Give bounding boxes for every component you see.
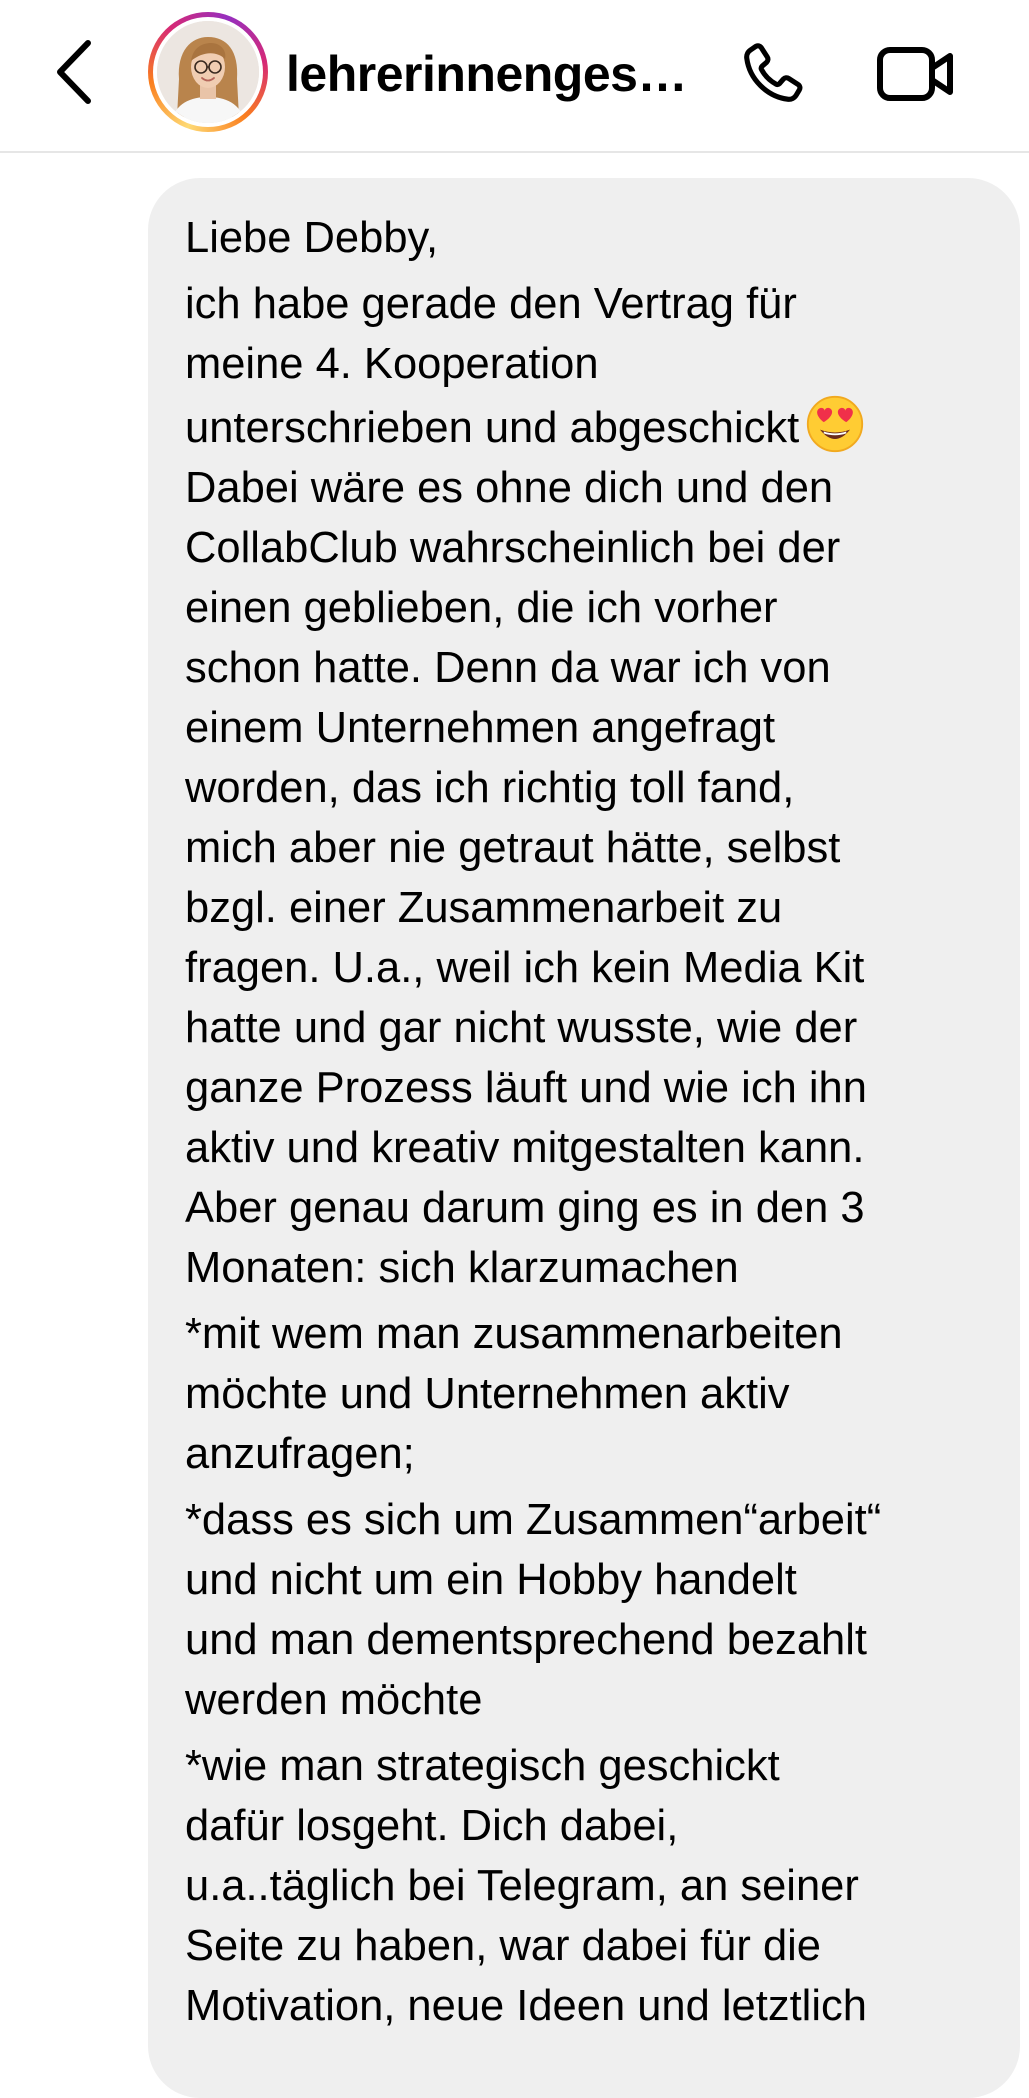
video-camera-icon [877,47,953,101]
message-line: bzgl. einer Zusammenarbeit zu [185,884,783,932]
message-bubble[interactable]: Liebe Debby, ich habe gerade den Vertrag… [148,178,1020,2098]
message-line-with-emoji: unterschrieben und abgeschickt [185,394,1000,458]
back-button[interactable] [44,34,104,110]
message-line: fragen. U.a., weil ich kein Media Kit [185,944,865,992]
message-line: ganze Prozess läuft und wie ich ihn [185,1064,867,1112]
call-button[interactable] [732,34,812,114]
phone-icon [744,43,803,102]
message-line: *mit wem man zusammenarbeiten [185,1310,843,1358]
message-line: ich habe gerade den Vertrag für [185,280,797,328]
chevron-left-icon [57,40,91,104]
message-line: anzufragen; [185,1430,415,1478]
chat-username[interactable]: lehrerinnenges… [286,44,696,104]
message-line: einen geblieben, die ich vorher [185,584,778,632]
message-line: meine 4. Kooperation [185,340,599,388]
message-line: und man dementsprechend bezahlt [185,1616,867,1664]
video-call-button[interactable] [876,34,956,114]
message-line: dafür losgeht. Dich dabei, [185,1802,679,1850]
message-line: Aber genau darum ging es in den 3 [185,1184,865,1232]
message-line: werden möchte [185,1676,483,1724]
message-line: mich aber nie getraut hätte, selbst [185,824,841,872]
message-line: worden, das ich richtig toll fand, [185,764,795,812]
message-line: Dabei wäre es ohne dich und den [185,464,834,512]
message-line-text: unterschrieben und abgeschickt [185,404,800,452]
message-line: Seite zu haben, war dabei für die [185,1922,821,1970]
message-line: hatte und gar nicht wusste, wie der [185,1004,858,1052]
message-line: und nicht um ein Hobby handelt [185,1556,797,1604]
smiling-face-with-heart-eyes-icon [807,395,864,453]
chat-header: lehrerinnenges… [0,0,1029,153]
avatar-photo [157,21,259,123]
message-line: aktiv und kreativ mitgestalten kann. [185,1124,865,1172]
message-line: einem Unternehmen angefragt [185,704,776,752]
message-line: Liebe Debby, [185,214,439,262]
message-line: *wie man strategisch geschickt [185,1742,780,1790]
message-line: *dass es sich um Zusammen“arbeit“ [185,1496,882,1544]
message-line: schon hatte. Denn da war ich von [185,644,831,692]
message-line: CollabClub wahrscheinlich bei der [185,524,841,572]
profile-avatar[interactable] [148,12,268,132]
message-line: Monaten: sich klarzumachen [185,1244,739,1292]
message-line: u.a..täglich bei Telegram, an seiner [185,1862,859,1910]
message-line: möchte und Unternehmen aktiv [185,1370,790,1418]
message-line: Motivation, neue Ideen und letztlich [185,1982,867,2030]
